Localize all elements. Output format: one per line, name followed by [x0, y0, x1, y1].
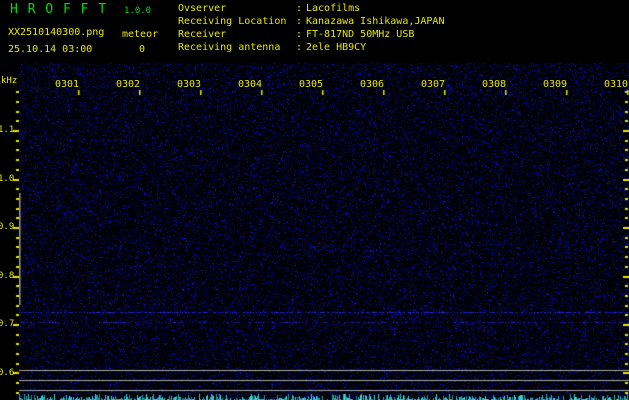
spectrogram-canvas [0, 0, 629, 400]
time-tick-label: 0303 [176, 79, 202, 90]
observer-value: Lacofilms [306, 3, 361, 14]
observer-value: Kanazawa Ishikawa,JAPAN [306, 16, 445, 27]
y-axis-unit-label: kHz [1, 76, 18, 86]
mode-label: meteor [122, 29, 159, 40]
freq-tick-label: 0.6 [0, 368, 15, 378]
freq-tick-label: 1.0 [0, 174, 15, 184]
meteor-count: 0 [139, 44, 146, 55]
observer-value: FT-817ND 50MHz USB [306, 29, 415, 40]
hrofft-screen: H R O F F T 1.0.0 XX2510140300.png meteo… [0, 0, 629, 400]
freq-tick-label: 0.8 [0, 271, 15, 281]
time-tick-label: 0306 [359, 79, 385, 90]
freq-tick-label: 0.7 [0, 319, 15, 329]
timestamp: 25.10.14 03:00 [8, 44, 93, 55]
colon: : [296, 29, 303, 40]
observer-label: Receiving antenna [178, 42, 281, 53]
observer-label: Ovserver [178, 3, 227, 14]
time-tick-label: 0302 [115, 79, 141, 90]
time-tick-label: 0308 [481, 79, 507, 90]
colon: : [296, 16, 303, 27]
freq-tick-label: 1.1 [0, 125, 15, 135]
time-tick-label: 0310 [603, 79, 629, 90]
freq-tick-label: 0.9 [0, 222, 15, 232]
colon: : [296, 42, 303, 53]
output-filename: XX2510140300.png [8, 27, 105, 38]
time-tick-label: 0307 [420, 79, 446, 90]
time-tick-label: 0301 [54, 79, 80, 90]
app-title: H R O F F T [10, 2, 108, 17]
time-tick-label: 0305 [298, 79, 324, 90]
observer-label: Receiving Location [178, 16, 287, 27]
app-version: 1.0.0 [124, 6, 152, 16]
colon: : [296, 3, 303, 14]
time-tick-label: 0304 [237, 79, 263, 90]
time-tick-label: 0309 [542, 79, 568, 90]
observer-label: Receiver [178, 29, 227, 40]
observer-value: 2ele HB9CY [306, 42, 367, 53]
